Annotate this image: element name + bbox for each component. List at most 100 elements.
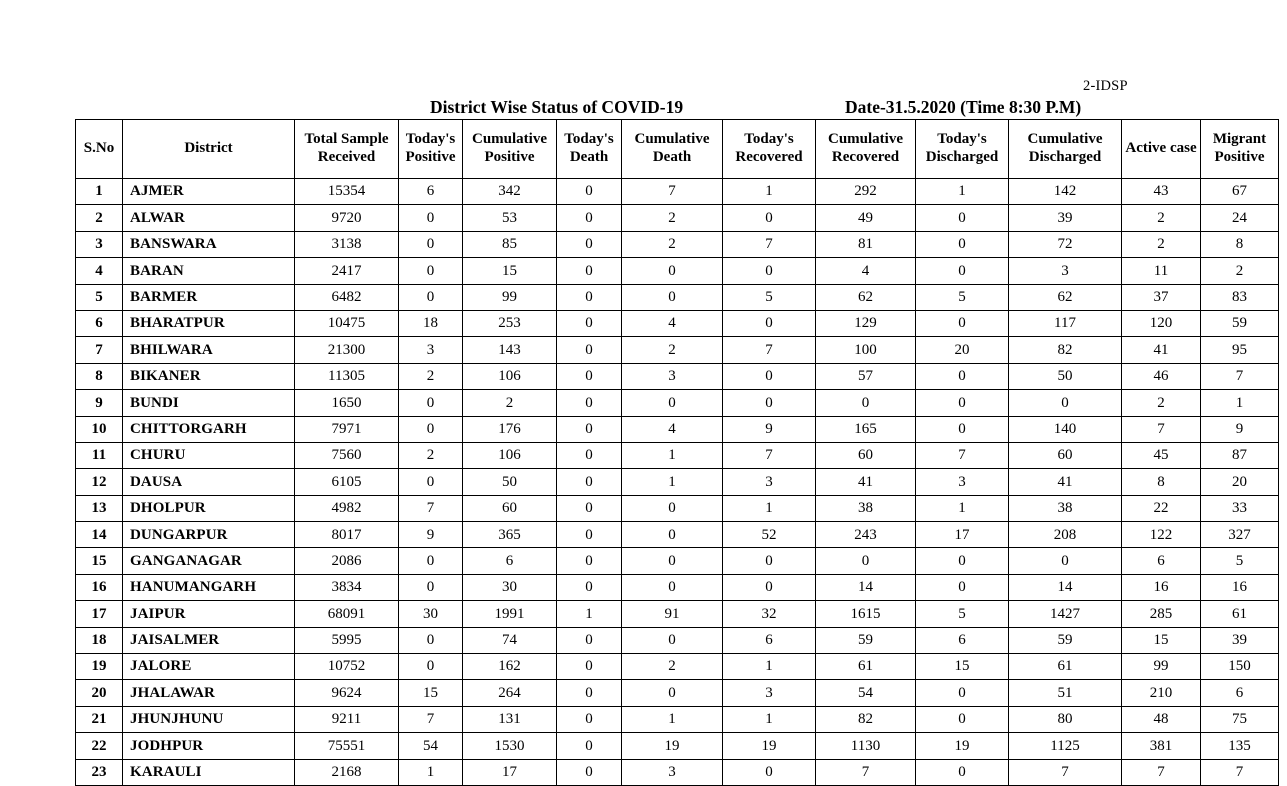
cell-active: 46 xyxy=(1121,362,1201,391)
table-row: 2 ALWAR 9720 0 53 0 2 0 49 0 39 2 24 xyxy=(75,204,1279,232)
cell-cumdeath: 0 xyxy=(621,283,723,311)
cell-active: 41 xyxy=(1121,336,1201,364)
cell-cumrec: 4 xyxy=(815,257,916,285)
column-header-active: Active case xyxy=(1121,119,1201,179)
cell-todrec: 52 xyxy=(722,521,816,549)
cell-cumrec: 61 xyxy=(815,653,916,681)
cell-migrant: 2 xyxy=(1200,257,1279,285)
column-header-line2: Discharged xyxy=(925,149,999,165)
cell-toddis: 0 xyxy=(915,362,1009,391)
cell-toddis: 0 xyxy=(915,573,1009,602)
cell-cumdeath: 0 xyxy=(621,257,723,285)
cell-migrant: 83 xyxy=(1200,283,1279,311)
cell-total: 21300 xyxy=(294,336,399,364)
cell-district: JAIPUR xyxy=(122,600,295,628)
cell-toddeath: 0 xyxy=(556,679,622,707)
table-row: 19 JALORE 10752 0 162 0 2 1 61 15 61 99 150 xyxy=(75,653,1279,681)
cell-cumpos: 30 xyxy=(462,573,557,602)
cell-cumpos: 253 xyxy=(462,309,557,338)
table-header: S.No District Total Sample Received Today's P… xyxy=(75,119,1279,179)
cell-total: 10752 xyxy=(294,653,399,681)
cell-total: 3138 xyxy=(294,230,399,259)
cell-cumrec: 14 xyxy=(815,573,916,602)
table-row: 5 BARMER 6482 0 99 0 0 5 62 5 62 37 83 xyxy=(75,283,1279,311)
cell-todpos: 0 xyxy=(398,653,463,681)
table-row: 20 JHALAWAR 9624 15 264 0 0 3 54 0 51 210 6 xyxy=(75,679,1279,707)
cell-district: DHOLPUR xyxy=(122,494,295,523)
cell-toddis: 0 xyxy=(915,389,1009,417)
cell-todrec: 3 xyxy=(722,679,816,707)
cell-toddeath: 0 xyxy=(556,521,622,549)
column-header-line2: Recovered xyxy=(831,149,900,165)
cell-cumdeath: 4 xyxy=(621,309,723,338)
cell-cumpos: 2 xyxy=(462,389,557,417)
cell-todpos: 0 xyxy=(398,257,463,285)
cell-todrec: 1 xyxy=(722,177,816,206)
cell-active: 6 xyxy=(1121,547,1201,575)
cell-toddeath: 1 xyxy=(556,600,622,628)
cell-todpos: 6 xyxy=(398,177,463,206)
cell-active: 43 xyxy=(1121,177,1201,206)
column-header-line2: Positive xyxy=(405,149,456,165)
cell-todrec: 3 xyxy=(722,468,816,496)
cell-district: JALORE xyxy=(122,653,295,681)
cell-toddis: 0 xyxy=(915,758,1009,786)
cell-toddeath: 0 xyxy=(556,283,622,311)
cell-sno: 21 xyxy=(75,705,123,734)
title-row: District Wise Status of COVID-19 Date-31… xyxy=(75,97,1238,119)
cell-toddis: 1 xyxy=(915,177,1009,206)
table-row: 18 JAISALMER 5995 0 74 0 0 6 59 6 59 15 39 xyxy=(75,626,1279,655)
cell-migrant: 135 xyxy=(1200,732,1279,760)
cell-toddis: 5 xyxy=(915,283,1009,311)
cell-total: 6105 xyxy=(294,468,399,496)
cell-toddeath: 0 xyxy=(556,573,622,602)
cell-sno: 11 xyxy=(75,441,123,470)
cell-active: 11 xyxy=(1121,257,1201,285)
cell-cumdis: 0 xyxy=(1008,389,1122,417)
cell-cumdeath: 2 xyxy=(621,336,723,364)
cell-toddis: 7 xyxy=(915,441,1009,470)
cell-cumdis: 61 xyxy=(1008,653,1122,681)
cell-migrant: 20 xyxy=(1200,468,1279,496)
cell-toddis: 1 xyxy=(915,494,1009,523)
cell-cumdis: 50 xyxy=(1008,362,1122,391)
cell-cumrec: 41 xyxy=(815,468,916,496)
cell-todpos: 0 xyxy=(398,230,463,259)
cell-cumpos: 1530 xyxy=(462,732,557,760)
cell-toddeath: 0 xyxy=(556,653,622,681)
cell-district: BANSWARA xyxy=(122,230,295,259)
table-header-row: S.No District Total Sample Received Today's P… xyxy=(75,119,1279,179)
cell-cumdeath: 0 xyxy=(621,573,723,602)
cell-sno: 16 xyxy=(75,573,123,602)
cell-sno: 19 xyxy=(75,653,123,681)
cell-todrec: 9 xyxy=(722,415,816,443)
cell-toddeath: 0 xyxy=(556,362,622,391)
cell-toddeath: 0 xyxy=(556,758,622,786)
cell-migrant: 61 xyxy=(1200,600,1279,628)
cell-migrant: 16 xyxy=(1200,573,1279,602)
cell-toddis: 3 xyxy=(915,468,1009,496)
cell-cumdeath: 1 xyxy=(621,441,723,470)
cell-active: 210 xyxy=(1121,679,1201,707)
cell-sno: 15 xyxy=(75,547,123,575)
cell-active: 285 xyxy=(1121,600,1201,628)
cell-district: BHARATPUR xyxy=(122,309,295,338)
cell-cumpos: 106 xyxy=(462,441,557,470)
cell-active: 381 xyxy=(1121,732,1201,760)
cell-todrec: 0 xyxy=(722,758,816,786)
cell-district: DAUSA xyxy=(122,468,295,496)
cell-district: BARAN xyxy=(122,257,295,285)
cell-migrant: 327 xyxy=(1200,521,1279,549)
cell-todpos: 0 xyxy=(398,389,463,417)
table-row: 11 CHURU 7560 2 106 0 1 7 60 7 60 45 87 xyxy=(75,441,1279,470)
cell-cumdeath: 0 xyxy=(621,494,723,523)
column-header-line1: Active case xyxy=(1125,140,1197,157)
table-row: 8 BIKANER 11305 2 106 0 3 0 57 0 50 46 7 xyxy=(75,362,1279,391)
cell-sno: 17 xyxy=(75,600,123,628)
column-header-line2: Discharged xyxy=(1028,149,1102,165)
column-header-line2: Positive xyxy=(484,149,535,165)
cell-todpos: 3 xyxy=(398,336,463,364)
cell-cumdis: 208 xyxy=(1008,521,1122,549)
column-header-line1: Today's xyxy=(405,131,456,148)
cell-migrant: 67 xyxy=(1200,177,1279,206)
